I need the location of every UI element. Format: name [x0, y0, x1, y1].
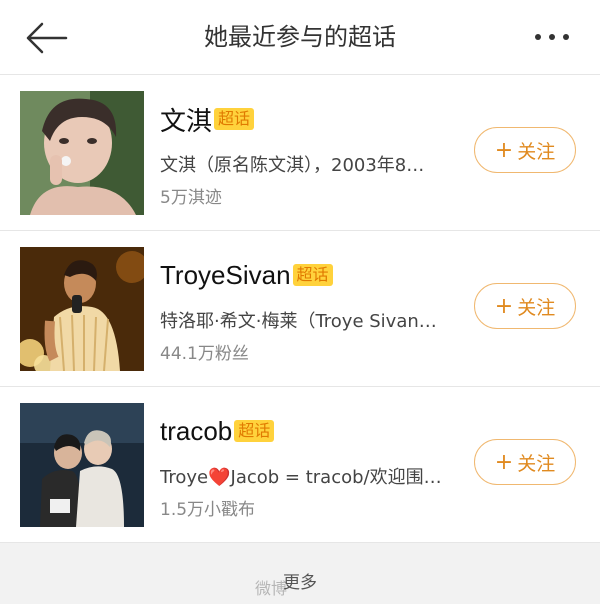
topic-avatar[interactable] [20, 91, 144, 215]
list-item[interactable]: tracob 超话 Troye❤️Jacob = tracob/欢迎围… 1.5… [0, 387, 600, 543]
topic-description: 特洛耶·希文·梅莱（Troye Sivan… [160, 311, 437, 332]
top-bar: 她最近参与的超话 [0, 0, 600, 75]
topic-description: 文淇（原名陈文淇），2003年8… [160, 155, 425, 176]
topic-avatar[interactable] [20, 403, 144, 527]
topic-stat: 44.1万粉丝 [160, 344, 249, 364]
topic-name[interactable]: tracob [160, 416, 232, 447]
name-row: tracob 超话 [160, 413, 275, 449]
heart-icon: ❤️ [208, 467, 231, 488]
topic-avatar[interactable] [20, 247, 144, 371]
desc-text: Jacob = tracob/欢迎围… [230, 467, 442, 488]
more-link[interactable]: 更多 [0, 568, 600, 593]
supertopic-badge: 超话 [292, 264, 333, 286]
follow-button[interactable]: + 关注 [474, 439, 576, 485]
list-item[interactable]: 文淇 超话 文淇（原名陈文淇），2003年8… 5万淇迹 + 关注 [0, 75, 600, 231]
list-item[interactable]: TroyeSivan 超话 特洛耶·希文·梅莱（Troye Sivan… 44.… [0, 231, 600, 387]
name-row: 文淇 超话 [160, 101, 255, 138]
desc-text: Troye [160, 467, 209, 488]
plus-icon: + [494, 449, 514, 475]
topic-description: Troye❤️Jacob = tracob/欢迎围… [160, 463, 460, 489]
watermark: 微博 [255, 579, 288, 598]
topic-name[interactable]: 文淇 [160, 101, 212, 138]
supertopic-badge: 超话 [234, 420, 275, 442]
more-options-icon[interactable] [530, 22, 574, 52]
page-title: 她最近参与的超话 [204, 23, 396, 51]
name-row: TroyeSivan 超话 [160, 257, 333, 293]
plus-icon: + [494, 137, 514, 163]
supertopic-list: 文淇 超话 文淇（原名陈文淇），2003年8… 5万淇迹 + 关注 TroyeS… [0, 75, 600, 543]
topic-stat: 1.5万小戳布 [160, 500, 256, 520]
follow-label: 关注 [517, 296, 556, 319]
plus-icon: + [494, 293, 514, 319]
follow-button[interactable]: + 关注 [474, 127, 576, 173]
follow-label: 关注 [517, 140, 556, 163]
topic-name[interactable]: TroyeSivan [160, 260, 291, 291]
topic-stat: 5万淇迹 [160, 188, 222, 208]
supertopic-badge: 超话 [214, 108, 255, 130]
follow-label: 关注 [517, 452, 556, 475]
follow-button[interactable]: + 关注 [474, 283, 576, 329]
